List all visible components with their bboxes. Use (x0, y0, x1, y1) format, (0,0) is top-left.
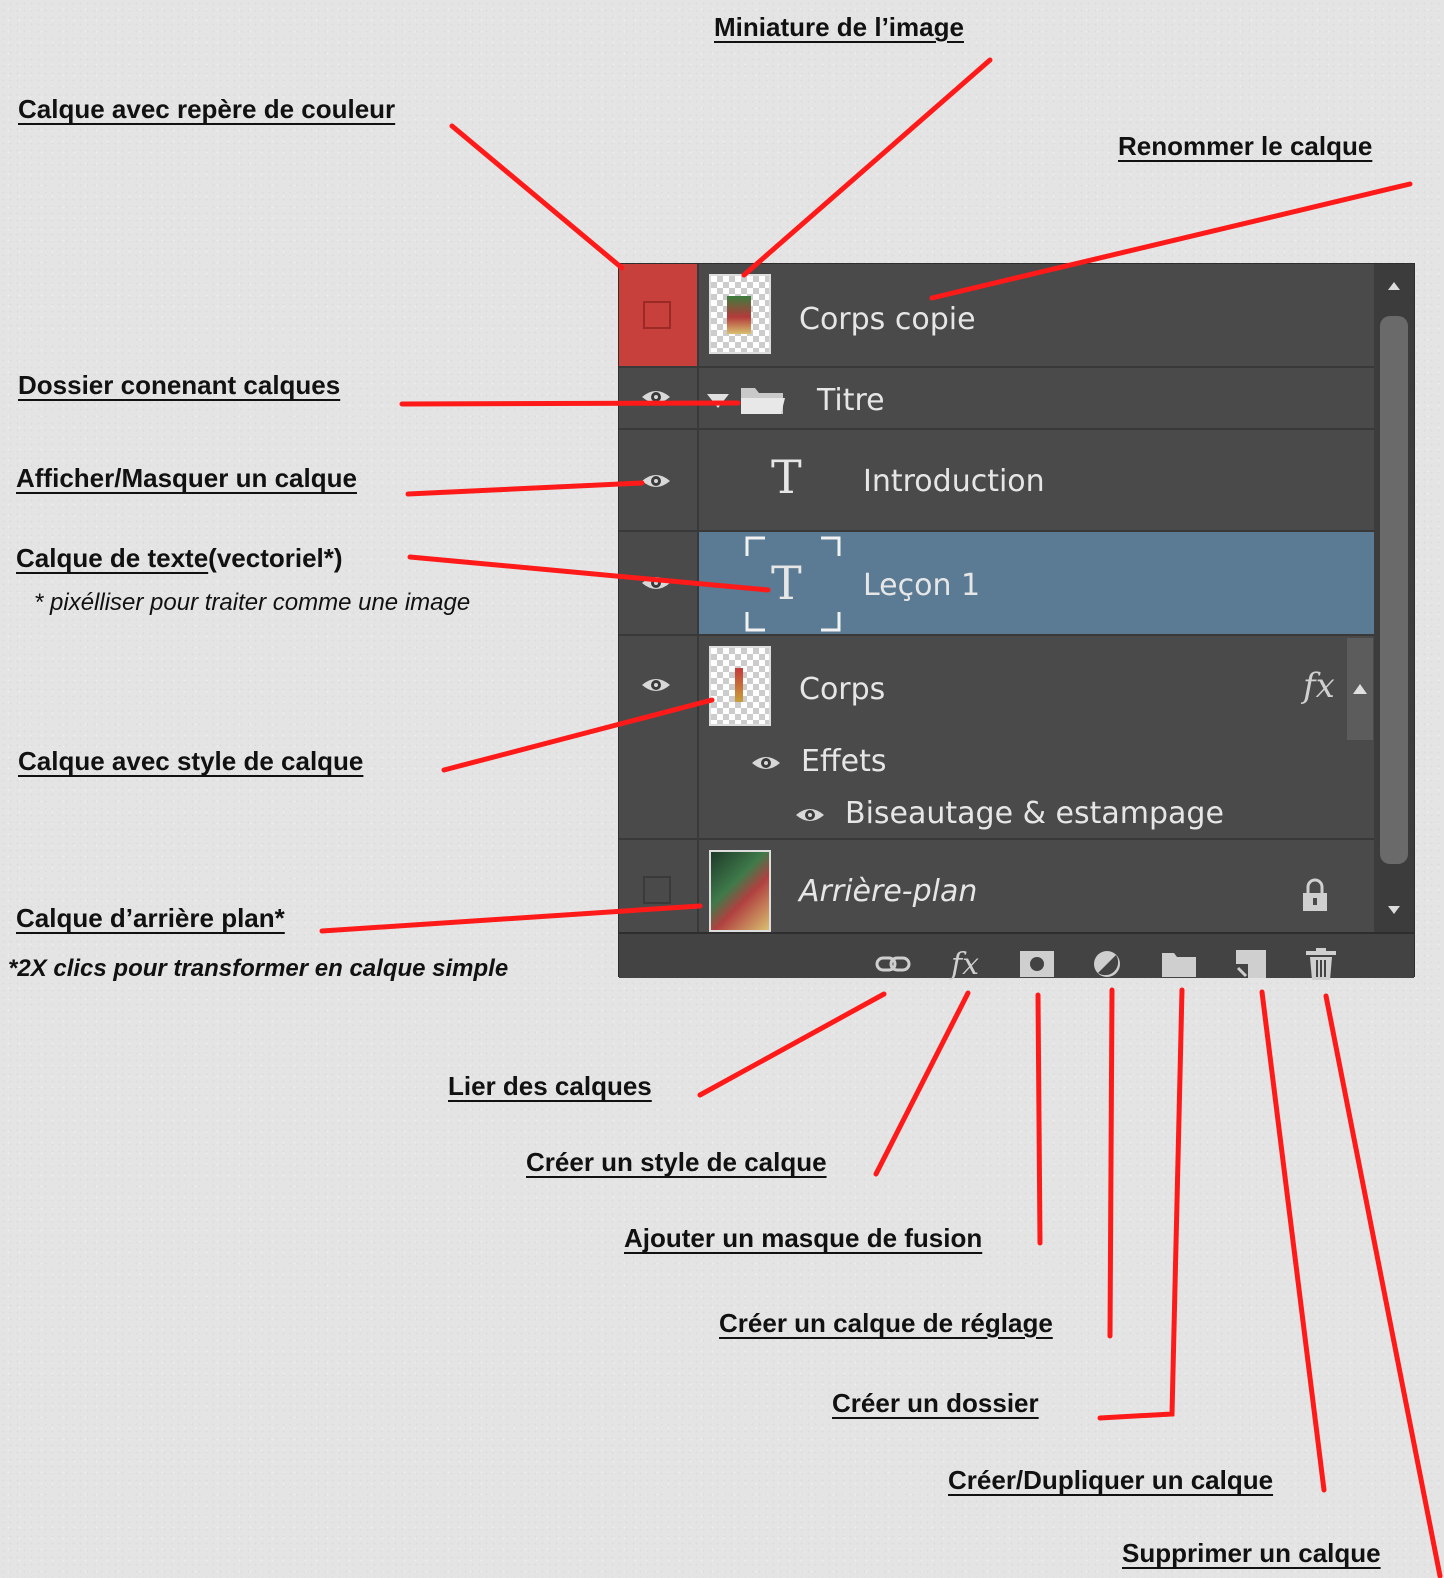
layer-row-arriere-plan[interactable]: Arrière-plan (619, 840, 1375, 932)
effects-label[interactable]: Effets (801, 744, 886, 779)
note-pixelize: * pixélliser pour traiter comme une imag… (34, 589, 471, 616)
line-create-folder (1097, 987, 1185, 1421)
line-adjust-layer (1107, 987, 1115, 1339)
layer-thumbnail[interactable] (709, 646, 771, 726)
eye-icon[interactable] (641, 676, 671, 694)
layer-thumbnail[interactable] (709, 850, 771, 932)
trash-icon (1306, 948, 1336, 980)
label-text-layer-suffix: (vectoriel*) (208, 543, 343, 573)
chevron-up-icon (1353, 684, 1367, 694)
scroll-down-arrow-icon[interactable] (1388, 906, 1400, 914)
layer-row-introduction[interactable]: T Introduction (619, 430, 1375, 532)
mask-icon (1020, 951, 1054, 977)
eye-icon[interactable] (641, 388, 671, 406)
fx-icon: fx (950, 946, 980, 982)
fx-icon[interactable]: fx (1303, 666, 1335, 706)
scrollbar[interactable] (1374, 264, 1414, 932)
effect-bevel-label[interactable]: Biseautage & estampage (845, 796, 1224, 831)
label-adjust-layer: Créer un calque de réglage (719, 1308, 1053, 1338)
label-create-folder: Créer un dossier (832, 1388, 1039, 1418)
layer-row-lecon1[interactable]: T Leçon 1 (619, 532, 1375, 636)
line-link (697, 991, 887, 1098)
layer-name[interactable]: Corps (799, 672, 885, 707)
label-folder: Dossier conenant calques (18, 370, 341, 400)
line-delete-layer (1323, 993, 1443, 1578)
visibility-cell[interactable] (619, 636, 699, 838)
scrollbar-thumb[interactable] (1380, 316, 1408, 864)
note-background: *2X clics pour transformer en calque sim… (8, 955, 509, 982)
eye-icon[interactable] (751, 754, 781, 772)
layer-row-corps[interactable]: Corps fx Effets Biseautage & estampage (619, 636, 1375, 840)
line-create-layer (1259, 989, 1327, 1493)
visibility-checkbox[interactable] (643, 301, 671, 329)
visibility-cell[interactable] (619, 840, 699, 932)
label-delete-layer: Supprimer un calque (1122, 1538, 1381, 1568)
label-miniature: Miniature de l’image (714, 12, 964, 42)
layer-style-button[interactable]: fx (947, 946, 983, 982)
visibility-checkbox[interactable] (643, 876, 671, 904)
scroll-up-arrow-icon[interactable] (1388, 282, 1400, 290)
layers-toolbar: fx (619, 932, 1414, 982)
label-add-mask: Ajouter un masque de fusion (624, 1223, 983, 1253)
layer-name[interactable]: Introduction (863, 464, 1045, 499)
label-background-layer: Calque d’arrière plan* (16, 903, 285, 933)
label-rename: Renommer le calque (1118, 131, 1373, 161)
label-style-layer: Calque avec style de calque (18, 746, 364, 776)
link-icon (875, 956, 911, 972)
label-color-marker: Calque avec repère de couleur (18, 94, 396, 124)
layer-thumbnail[interactable] (709, 274, 771, 354)
effects-collapse-button[interactable] (1347, 638, 1373, 740)
delete-layer-button[interactable] (1303, 946, 1339, 982)
label-text-layer-main: Calque de texte (16, 543, 209, 573)
lock-icon (1303, 878, 1327, 911)
folder-icon (741, 388, 785, 414)
chevron-down-icon[interactable] (707, 394, 729, 408)
layer-row-titre[interactable]: Titre (619, 368, 1375, 430)
line-color-marker (449, 123, 625, 271)
layer-name[interactable]: Corps copie (799, 302, 976, 337)
visibility-cell[interactable] (619, 430, 699, 530)
layer-name[interactable]: Titre (817, 383, 885, 418)
new-layer-icon (1236, 950, 1266, 978)
label-create-layer: Créer/Dupliquer un calque (948, 1465, 1274, 1495)
adjustment-icon (1094, 951, 1120, 977)
line-add-mask (1035, 992, 1043, 1246)
line-miniature (741, 57, 993, 278)
visibility-cell[interactable] (619, 532, 699, 634)
thumbnail-image (735, 668, 743, 702)
layer-name[interactable]: Leçon 1 (863, 568, 980, 603)
line-show-hide (405, 480, 645, 497)
new-layer-button[interactable] (1233, 946, 1269, 982)
label-link: Lier des calques (448, 1071, 652, 1101)
eye-icon[interactable] (641, 574, 671, 592)
text-T-icon: T (771, 556, 802, 610)
label-create-style: Créer un style de calque (526, 1147, 827, 1177)
color-marker-cell[interactable] (619, 264, 699, 366)
link-layers-button[interactable] (875, 946, 911, 982)
label-text-layer: Calque de texte (vectoriel*) (16, 543, 343, 573)
adjustment-layer-button[interactable] (1089, 946, 1125, 982)
visibility-cell[interactable] (619, 368, 699, 428)
new-group-button[interactable] (1161, 946, 1197, 982)
layers-panel: Corps copie Titre T Introduction T Leçon… (618, 263, 1415, 982)
eye-icon[interactable] (641, 472, 671, 490)
text-T-icon: T (771, 450, 802, 504)
add-mask-button[interactable] (1019, 946, 1055, 982)
layer-row-corps-copie[interactable]: Corps copie (619, 264, 1375, 368)
thumbnail-image (727, 296, 751, 334)
layer-name[interactable]: Arrière-plan (799, 874, 977, 909)
label-show-hide: Afficher/Masquer un calque (16, 463, 357, 493)
line-create-style (873, 990, 971, 1177)
new-group-icon (1162, 953, 1196, 977)
eye-icon[interactable] (795, 806, 825, 824)
